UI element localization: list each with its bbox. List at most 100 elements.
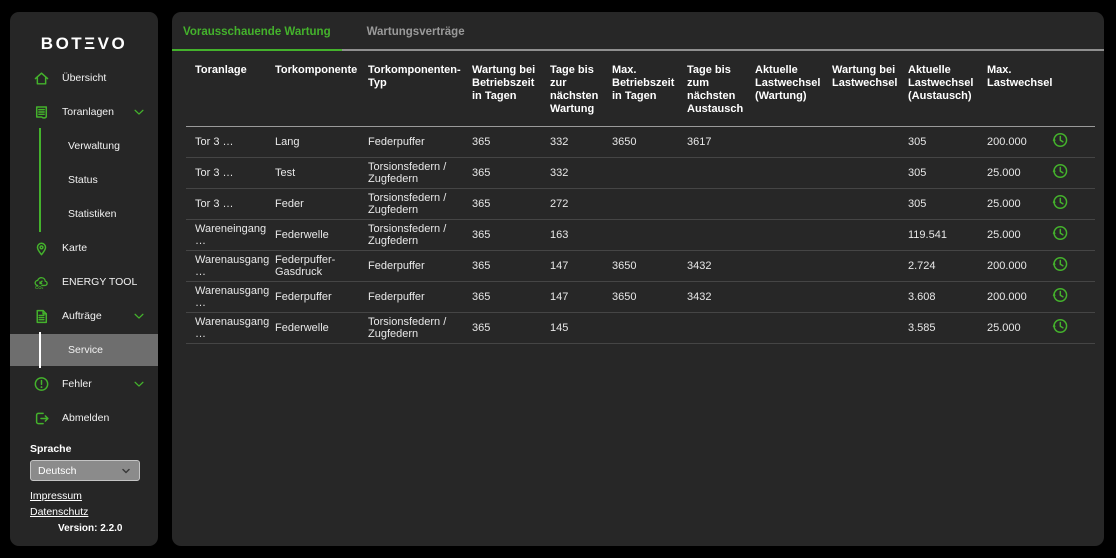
table-cell-actions <box>1051 158 1095 189</box>
table-cell: 365 <box>472 251 550 282</box>
table-cell: Torsionsfedern / Zugfedern <box>368 313 472 344</box>
table-cell: 365 <box>472 158 550 189</box>
table-cell: 305 <box>908 158 987 189</box>
table-cell: 25.000 <box>987 313 1051 344</box>
column-header-tage-bis-zur-n-chsten-wartung: Tage bis zur nächsten Wartung <box>550 51 612 127</box>
sidebar-subitem-statistiken[interactable]: Statistiken <box>10 198 158 230</box>
table-cell: 332 <box>550 158 612 189</box>
table-cell: 332 <box>550 127 612 158</box>
table-cell-actions <box>1051 220 1095 251</box>
table-cell: 272 <box>550 189 612 220</box>
history-clock-icon[interactable] <box>1051 131 1069 149</box>
history-clock-icon[interactable] <box>1051 286 1069 304</box>
sidebar-item-fehler[interactable]: Fehler <box>10 368 158 400</box>
table-cell <box>832 313 908 344</box>
sidebar-item-auftr-ge[interactable]: Aufträge <box>10 300 158 332</box>
tab-vorausschauende-wartung[interactable]: Vorausschauende Wartung <box>172 12 342 51</box>
sidebar-subitem-label: Status <box>68 174 98 186</box>
column-header-wartung-bei-lastwechsel: Wartung bei Lastwechsel <box>832 51 908 127</box>
impressum-link[interactable]: Impressum <box>30 490 158 502</box>
table-cell: 3650 <box>612 127 687 158</box>
history-clock-icon[interactable] <box>1051 193 1069 211</box>
table-cell <box>755 158 832 189</box>
table-cell <box>832 282 908 313</box>
table-cell: 25.000 <box>987 189 1051 220</box>
table-cell: Tor 3 … <box>186 127 275 158</box>
table-cell: Tor 3 … <box>186 189 275 220</box>
table-cell <box>755 127 832 158</box>
table-cell <box>832 158 908 189</box>
table-cell: 3432 <box>687 282 755 313</box>
history-clock-icon[interactable] <box>1051 162 1069 180</box>
sidebar-item-label: Toranlagen <box>62 106 114 118</box>
column-header-wartung-bei-betriebszeit-in-tagen: Wartung bei Betriebszeit in Tagen <box>472 51 550 127</box>
sidebar-item-toranlagen[interactable]: Toranlagen <box>10 96 158 128</box>
table-cell: 365 <box>472 127 550 158</box>
table-cell <box>755 189 832 220</box>
table-cell: Test <box>275 158 368 189</box>
table-cell: 365 <box>472 189 550 220</box>
table-header: ToranlageTorkomponenteTorkomponenten-Typ… <box>186 51 1095 127</box>
home-icon <box>33 70 50 87</box>
language-select[interactable]: Deutsch <box>30 460 140 481</box>
chevron-down-icon <box>132 377 146 391</box>
table-cell-actions <box>1051 313 1095 344</box>
history-clock-icon[interactable] <box>1051 255 1069 273</box>
sidebar-subitem-service[interactable]: Service <box>10 334 158 366</box>
table-cell: Torsionsfedern / Zugfedern <box>368 220 472 251</box>
table-cell: Federpuffer <box>368 127 472 158</box>
chevron-down-icon <box>132 105 146 119</box>
tab-bar: Vorausschauende Wartung Wartungsverträge <box>172 12 1104 51</box>
language-select-value: Deutsch <box>38 465 77 477</box>
sidebar-item-energy-tool[interactable]: CO₂ ENERGY TOOL <box>10 266 158 298</box>
table-row: Tor 3 …LangFederpuffer365332365036173052… <box>186 127 1095 158</box>
table-cell: 200.000 <box>987 251 1051 282</box>
error-circle-icon <box>33 376 50 393</box>
tab-wartungsvertraege[interactable]: Wartungsverträge <box>356 12 476 49</box>
table-cell: 147 <box>550 282 612 313</box>
sidebar-item-bersicht[interactable]: Übersicht <box>10 62 158 94</box>
datenschutz-link[interactable]: Datenschutz <box>30 506 158 518</box>
table-cell: 25.000 <box>987 158 1051 189</box>
sidebar-item-label: Abmelden <box>62 412 109 424</box>
column-header-torkomponenten-typ: Torkomponenten-Typ <box>368 51 472 127</box>
table-cell <box>755 313 832 344</box>
table-cell: Federpuffer <box>368 251 472 282</box>
table-cell <box>832 220 908 251</box>
table-cell: 145 <box>550 313 612 344</box>
co2-cloud-icon: CO₂ <box>33 274 50 291</box>
maintenance-table: ToranlageTorkomponenteTorkomponenten-Typ… <box>186 51 1095 344</box>
sidebar-subitem-verwaltung[interactable]: Verwaltung <box>10 130 158 162</box>
table-cell: Federwelle <box>275 220 368 251</box>
sidebar-item-label: ENERGY TOOL <box>62 276 137 288</box>
sidebar-nav: Übersicht Toranlagen Verwaltung Status Stati… <box>10 62 158 434</box>
history-clock-icon[interactable] <box>1051 317 1069 335</box>
table-cell: Warenausgang … <box>186 282 275 313</box>
column-header-toranlage: Toranlage <box>186 51 275 127</box>
sidebar-item-label: Karte <box>62 242 87 254</box>
table-cell: 3432 <box>687 251 755 282</box>
column-header-max-lastwechsel: Max. Lastwechsel <box>987 51 1051 127</box>
language-block: Sprache Deutsch <box>10 443 158 481</box>
sidebar-item-label: Fehler <box>62 378 92 390</box>
history-clock-icon[interactable] <box>1051 224 1069 242</box>
column-header-max-betriebszeit-in-tagen: Max. Betriebszeit in Tagen <box>612 51 687 127</box>
table-cell-actions <box>1051 282 1095 313</box>
table-cell <box>687 189 755 220</box>
table-cell: 3617 <box>687 127 755 158</box>
chevron-down-icon <box>132 309 146 323</box>
table-cell <box>832 189 908 220</box>
table-cell <box>612 189 687 220</box>
sidebar-item-karte[interactable]: Karte <box>10 232 158 264</box>
table-cell <box>755 251 832 282</box>
table-cell <box>832 127 908 158</box>
app-window: BOTΞVO ÜbersichtToranlagenVerwaltungStat… <box>0 0 1116 558</box>
table-cell: 25.000 <box>987 220 1051 251</box>
table-cell <box>687 158 755 189</box>
table-cell: 119.541 <box>908 220 987 251</box>
sidebar-subitem-status[interactable]: Status <box>10 164 158 196</box>
table-cell <box>612 313 687 344</box>
table-cell: 305 <box>908 127 987 158</box>
sidebar-item-abmelden[interactable]: Abmelden <box>10 402 158 434</box>
column-header-aktuelle-lastwechsel-wartung: Aktuelle Lastwechsel (Wartung) <box>755 51 832 127</box>
